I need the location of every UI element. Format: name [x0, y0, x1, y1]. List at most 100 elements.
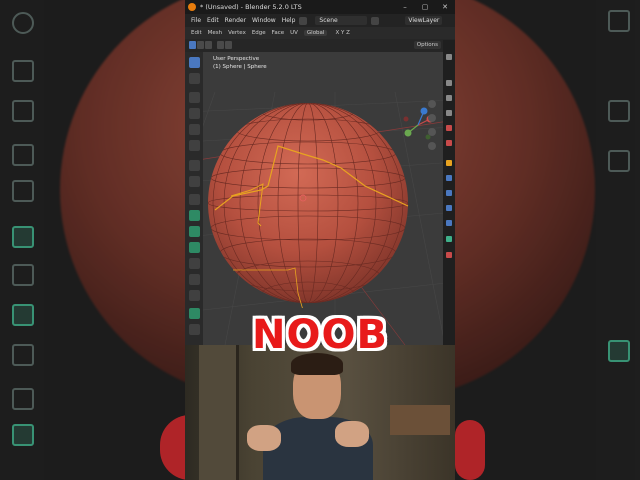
title-bar: * (Unsaved) - Blender 5.2.0 LTS – ▢ ✕	[185, 0, 455, 14]
blurred-grid-icon	[608, 10, 630, 32]
blurred-modifier-icon	[608, 340, 630, 362]
edge-select-button[interactable]	[197, 41, 204, 49]
physics-properties-icon[interactable]	[446, 205, 452, 211]
world-properties-icon[interactable]	[446, 140, 452, 146]
cursor-tool-icon[interactable]	[189, 73, 200, 84]
reaction-video	[185, 345, 455, 480]
menu-face[interactable]: Face	[272, 30, 284, 36]
3d-viewport[interactable]: User Perspective (1) Sphere | Sphere	[185, 52, 455, 345]
menu-bar: File Edit Render Window Help Scene ViewL…	[185, 14, 455, 27]
blurred-caption	[160, 415, 185, 480]
select-menu-button[interactable]	[225, 41, 232, 49]
object-info-label: (1) Sphere | Sphere	[213, 64, 267, 70]
camera-view-icon[interactable]	[428, 128, 436, 136]
extrude-tool-icon[interactable]	[189, 210, 200, 221]
menu-mesh[interactable]: Mesh	[208, 30, 222, 36]
menu-render[interactable]: Render	[225, 17, 246, 24]
blurred-extrude-icon	[12, 180, 34, 202]
data-properties-icon[interactable]	[446, 236, 452, 242]
zoom-icon[interactable]	[428, 100, 436, 108]
tool-shelf	[185, 52, 203, 345]
blurred-output-icon	[608, 150, 630, 172]
rotate-tool-icon[interactable]	[189, 108, 200, 119]
render-properties-icon[interactable]	[446, 80, 452, 86]
blurred-poly-build-icon	[12, 388, 34, 410]
inset-tool-icon[interactable]	[189, 226, 200, 237]
video-bookshelf	[390, 405, 450, 435]
blurred-caption	[455, 420, 485, 480]
menu-edge[interactable]: Edge	[252, 30, 266, 36]
material-properties-icon[interactable]	[446, 252, 452, 258]
menu-edit[interactable]: Edit	[207, 17, 219, 24]
blurred-spin-icon	[12, 424, 34, 446]
noob-caption: NOOB	[252, 312, 388, 358]
add-cube-tool-icon[interactable]	[189, 194, 200, 205]
blurred-background-left	[0, 0, 185, 480]
select-box-tool-icon[interactable]	[189, 57, 200, 68]
mirror-axes[interactable]: X Y Z	[335, 30, 349, 36]
output-properties-icon[interactable]	[446, 95, 452, 101]
scene-properties-icon[interactable]	[446, 125, 452, 131]
view-layer-selector[interactable]: ViewLayer	[405, 16, 443, 25]
measure-tool-icon[interactable]	[189, 176, 200, 187]
window-title: * (Unsaved) - Blender 5.2.0 LTS	[200, 3, 302, 11]
knife-tool-icon[interactable]	[189, 274, 200, 285]
perspective-label: User Perspective	[213, 56, 260, 62]
viewport-header: Options	[185, 39, 455, 52]
close-button[interactable]: ✕	[435, 3, 455, 11]
options-button[interactable]: Options	[413, 41, 441, 49]
blurred-render-icon	[608, 100, 630, 122]
scale-tool-icon[interactable]	[189, 124, 200, 135]
menu-uv[interactable]: UV	[290, 30, 298, 36]
menu-vertex[interactable]: Vertex	[228, 30, 246, 36]
menu-file[interactable]: File	[191, 17, 201, 24]
view-menu-button[interactable]	[217, 41, 224, 49]
scene-selector[interactable]: Scene	[315, 16, 368, 25]
blurred-bevel-icon	[12, 264, 34, 286]
perspective-toggle-icon[interactable]	[428, 142, 436, 150]
annotate-tool-icon[interactable]	[189, 160, 200, 171]
editor-header: Edit Mesh Vertex Edge Face UV Global X Y…	[185, 27, 455, 39]
blurred-add-cube-icon	[12, 144, 34, 166]
pan-hand-icon[interactable]	[428, 114, 436, 122]
maximize-button[interactable]: ▢	[415, 3, 435, 11]
object-properties-icon[interactable]	[446, 160, 452, 166]
vertex-select-button[interactable]	[189, 41, 196, 49]
tool-properties-icon[interactable]	[446, 54, 452, 60]
navigation-gizmo[interactable]	[400, 107, 436, 143]
loop-cut-tool-icon[interactable]	[189, 258, 200, 269]
constraints-properties-icon[interactable]	[446, 220, 452, 226]
person-left-hand	[247, 425, 281, 451]
transform-orientation-dropdown[interactable]: Global	[303, 30, 328, 36]
blurred-background-right	[455, 0, 640, 480]
minimize-button[interactable]: –	[395, 3, 415, 11]
blurred-knife-icon	[12, 344, 34, 366]
blurred-right-panel	[596, 0, 640, 480]
blurred-measure-icon	[12, 100, 34, 122]
scene-icon	[299, 16, 308, 25]
particles-properties-icon[interactable]	[446, 190, 452, 196]
properties-tabs	[443, 40, 455, 345]
poly-build-tool-icon[interactable]	[189, 290, 200, 301]
transform-tool-icon[interactable]	[189, 140, 200, 151]
blender-logo-icon	[188, 3, 196, 11]
menu-help[interactable]: Help	[282, 17, 296, 24]
menu-window[interactable]: Window	[252, 17, 276, 24]
blurred-loopcut-icon	[12, 304, 34, 326]
mode-menu[interactable]: Edit	[191, 30, 202, 36]
blurred-sphere	[60, 0, 185, 400]
move-tool-icon[interactable]	[189, 92, 200, 103]
blurred-annotate-icon	[12, 60, 34, 82]
uv-sphere-mesh[interactable]	[203, 98, 413, 308]
new-scene-icon[interactable]	[371, 16, 380, 25]
blurred-toolbar	[0, 0, 44, 480]
sphere-surface	[208, 103, 408, 303]
view-layer-properties-icon[interactable]	[446, 110, 452, 116]
viewport-info: User Perspective (1) Sphere | Sphere	[213, 55, 267, 71]
modifier-properties-icon[interactable]	[446, 175, 452, 181]
blender-window: * (Unsaved) - Blender 5.2.0 LTS – ▢ ✕ Fi…	[185, 0, 455, 480]
blurred-cursor-icon	[12, 12, 34, 34]
bevel-tool-icon[interactable]	[189, 242, 200, 253]
face-select-button[interactable]	[205, 41, 212, 49]
person-right-hand	[335, 421, 369, 447]
